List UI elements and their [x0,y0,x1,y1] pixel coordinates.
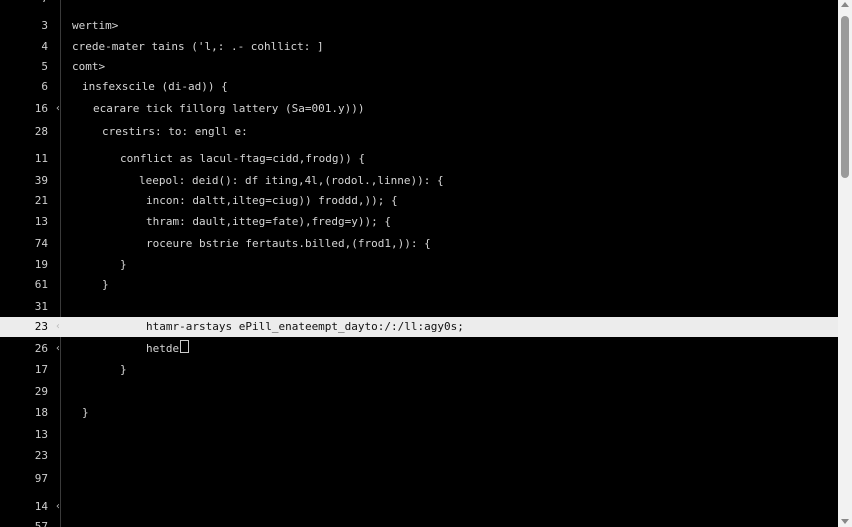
code-line[interactable]: 3 wertim> [0,16,838,36]
scrollbar-thumb[interactable] [841,16,849,178]
line-number: 3 [41,19,48,32]
code-line[interactable]: 21 incon: daltt,ilteg=ciug)) froddd,)); { [0,191,838,211]
code-text[interactable]: incon: daltt,ilteg=ciug)) froddd,)); { [146,191,398,211]
code-line[interactable]: 23 [0,446,838,466]
fold-marker-icon[interactable]: ‹ [55,317,61,337]
vertical-scrollbar[interactable] [838,0,852,527]
line-number: 13 [34,215,48,228]
code-line[interactable]: 14 ‹ [0,497,838,517]
code-line[interactable]: 5 comt> [0,57,838,77]
code-text[interactable]: htamr-arstays ePill_enateempt_dayto:/:/l… [146,317,464,337]
code-line[interactable]: 17} [0,360,838,380]
line-number: 18 [34,406,48,419]
line-number: 6 [41,80,48,93]
line-number: 16 [34,102,48,115]
code-line[interactable]: 61} [0,275,838,295]
code-text[interactable]: crede-mater tains ('l,: .- cohllict: ] [72,37,324,57]
code-text[interactable]: } [120,255,127,275]
code-line[interactable]: 57 [0,517,838,527]
code-line[interactable]: 26 ‹ hetde [0,339,838,359]
code-text[interactable]: } [82,403,89,423]
code-line[interactable]: 39 leepol: deid(): df iting,4l,(rodol.,li… [0,171,838,191]
code-line[interactable]: 11 conflict as lacul-ftag=cidd,frodg)) { [0,149,838,169]
code-text[interactable]: } [102,275,109,295]
line-number: 31 [34,300,48,313]
line-number: 14 [34,500,48,513]
fold-marker-icon[interactable]: ‹ [55,339,61,359]
line-number: 21 [34,194,48,207]
code-text[interactable]: wertim> [72,16,118,36]
line-number: 19 [34,258,48,271]
code-text[interactable]: crestirs: to: engll e: [102,122,248,142]
code-line[interactable]: 18} [0,403,838,423]
code-line[interactable]: 16 ‹ ecarare tick fillorg lattery (Sa=001.… [0,99,838,119]
line-number: 39 [34,174,48,187]
code-line[interactable]: 4 crede-mater tains ('l,: .- cohllict: ] [0,37,838,57]
code-line[interactable]: 31 [0,297,838,317]
code-line[interactable]: 74 roceure bstrie fertauts.billed,(frod1,… [0,234,838,254]
code-text[interactable]: roceure bstrie fertauts.billed,(frod1,))… [146,234,431,254]
fold-marker-icon[interactable]: ‹ [55,99,61,119]
code-line[interactable]: 29 [0,382,838,402]
code-editor[interactable]: 7 3 wertim> 4 crede-mater tains ('l,: .- coh… [0,0,838,527]
line-number: 74 [34,237,48,250]
fold-marker-icon[interactable]: ‹ [55,497,61,517]
code-line[interactable]: 19} [0,255,838,275]
line-number: 26 [34,342,48,355]
code-text[interactable]: conflict as lacul-ftag=cidd,frodg)) { [120,149,365,169]
code-line[interactable]: 13 [0,425,838,445]
line-number: 11 [34,152,48,165]
line-number: 17 [34,363,48,376]
line-number: 5 [41,60,48,73]
scroll-down-arrow-icon[interactable] [841,519,849,524]
code-line[interactable]: 6 insfexscile (di-ad)) { [0,77,838,97]
code-line[interactable]: 13 thram: dault,itteg=fate),fredg=y)); { [0,212,838,232]
code-text[interactable]: leepol: deid(): df iting,4l,(rodol.,linn… [139,171,444,191]
line-number: 13 [34,428,48,441]
code-line-active[interactable]: 23 ‹ htamr-arstays ePill_enateempt_dayto:/… [0,317,838,337]
code-line[interactable]: 7 [0,0,838,9]
line-number: 23 [34,320,48,333]
line-number: 23 [34,449,48,462]
code-text[interactable]: hetde [146,339,179,359]
code-text[interactable]: insfexscile (di-ad)) { [82,77,228,97]
scroll-up-arrow-icon[interactable] [841,2,849,7]
text-cursor-box [180,339,189,359]
line-number: 97 [34,472,48,485]
line-number: 7 [0,0,48,9]
code-text[interactable]: thram: dault,itteg=fate),fredg=y)); { [146,212,391,232]
code-line[interactable]: 97 [0,469,838,489]
code-text[interactable]: ecarare tick fillorg lattery (Sa=001.y))… [93,99,365,119]
line-number: 57 [34,520,48,527]
code-text[interactable]: comt> [72,57,105,77]
line-number: 29 [34,385,48,398]
code-line[interactable]: 28 crestirs: to: engll e: [0,122,838,142]
code-text[interactable]: } [120,360,127,380]
line-number: 61 [34,278,48,291]
line-number: 4 [41,40,48,53]
line-number: 28 [34,125,48,138]
